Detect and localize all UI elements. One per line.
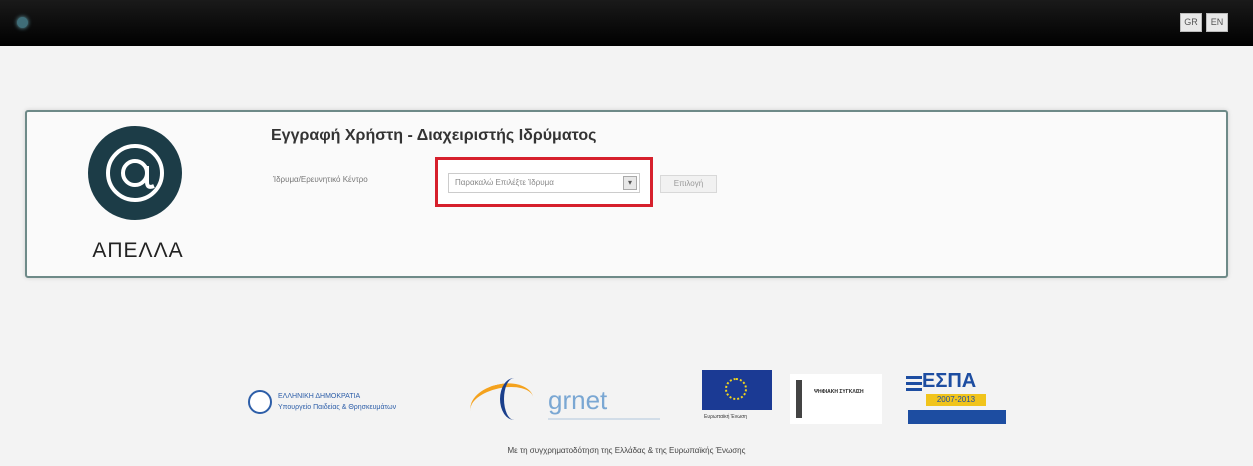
institution-select[interactable]: Παρακαλώ Επιλέξτε Ίδρυμα ▾ bbox=[448, 173, 640, 193]
language-en-button[interactable]: EN bbox=[1206, 13, 1228, 32]
eu-logo: Ευρωπαϊκή Ένωση bbox=[702, 370, 772, 426]
espa-stripes-icon bbox=[906, 376, 922, 394]
sponsors-footer: ΕΛΛΗΝΙΚΗ ΔΗΜΟΚΡΑΤΙΑ Υπουργείο Παιδείας &… bbox=[0, 360, 1253, 466]
logo-text: ΑΠΕΛΛΑ bbox=[92, 239, 184, 262]
ministry-line2: Υπουργείο Παιδείας & Θρησκευμάτων bbox=[278, 404, 397, 411]
apella-logo-icon bbox=[88, 126, 182, 220]
grnet-logo: grnet bbox=[466, 372, 670, 431]
espa-bar bbox=[908, 410, 1006, 424]
espa-logo: ΕΣΠΑ 2007-2013 bbox=[906, 370, 1006, 428]
pillar-icon bbox=[796, 380, 802, 418]
digital-convergence-logo: ΨΗΦΙΑΚΗ ΣΥΓΚΛΙΣΗ bbox=[790, 374, 882, 424]
ministry-line1: ΕΛΛΗΝΙΚΗ ΔΗΜΟΚΡΑΤΙΑ bbox=[278, 393, 361, 400]
status-dot-icon bbox=[17, 17, 28, 28]
digital-convergence-text: ΨΗΦΙΑΚΗ ΣΥΓΚΛΙΣΗ bbox=[814, 389, 864, 395]
language-gr-button[interactable]: GR bbox=[1180, 13, 1202, 32]
cofunding-text: Με τη συγχρηματοδότηση της Ελλάδας & της… bbox=[507, 446, 746, 455]
eu-flag-icon bbox=[702, 370, 772, 410]
grnet-underline bbox=[548, 418, 660, 420]
ministry-logo: ΕΛΛΗΝΙΚΗ ΔΗΜΟΚΡΑΤΙΑ Υπουργείο Παιδείας &… bbox=[248, 390, 458, 416]
select-button[interactable]: Επιλογή bbox=[660, 175, 717, 193]
grnet-arc-icon bbox=[500, 378, 528, 420]
eu-caption: Ευρωπαϊκή Ένωση bbox=[704, 414, 747, 420]
highlighted-select-box: Παρακαλώ Επιλέξτε Ίδρυμα ▾ bbox=[435, 157, 653, 207]
top-bar: GR EN bbox=[0, 0, 1253, 46]
institution-field-label: Ίδρυμα/Ερευνητικό Κέντρο bbox=[273, 175, 368, 184]
institution-select-value: Παρακαλώ Επιλέξτε Ίδρυμα bbox=[455, 178, 554, 187]
chevron-down-icon[interactable]: ▾ bbox=[623, 176, 637, 190]
espa-wordmark: ΕΣΠΑ bbox=[922, 370, 977, 392]
registration-panel: ΑΠΕΛΛΑ Εγγραφή Χρήστη - Διαχειριστής Ιδρ… bbox=[25, 110, 1228, 278]
page-title: Εγγραφή Χρήστη - Διαχειριστής Ιδρύματος bbox=[271, 127, 597, 144]
greek-emblem-icon bbox=[248, 390, 272, 414]
espa-years: 2007-2013 bbox=[926, 394, 986, 406]
grnet-wordmark: grnet bbox=[548, 385, 608, 415]
